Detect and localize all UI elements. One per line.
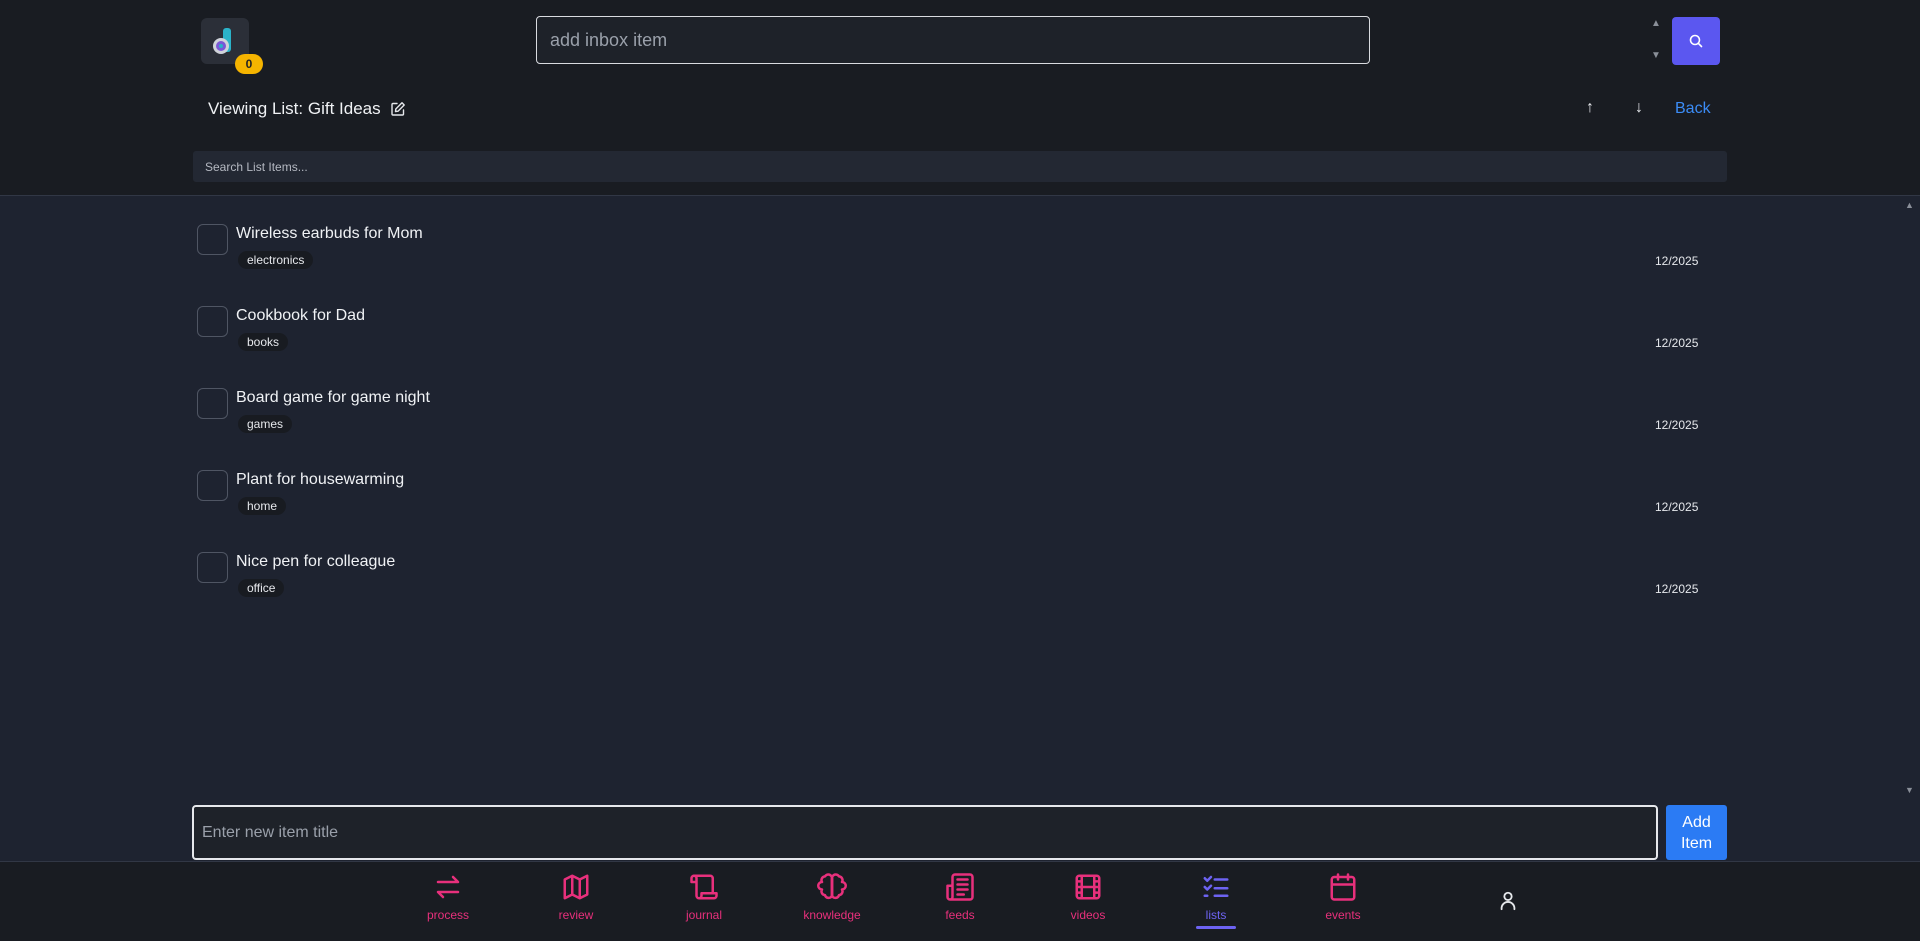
item-tag: electronics <box>238 251 314 269</box>
item-date: 12/2025 <box>1655 254 1699 268</box>
list-item: Board game for game night games 12/2025 <box>0 380 1920 462</box>
checklist-icon <box>1203 875 1229 897</box>
edit-icon[interactable] <box>390 101 406 117</box>
nav-item-feeds[interactable]: feeds <box>910 872 1010 922</box>
map-icon <box>563 874 589 900</box>
user-icon[interactable] <box>1497 890 1519 912</box>
inbox-count-badge: 0 <box>235 54 263 74</box>
item-checkbox[interactable] <box>197 306 228 337</box>
new-item-input[interactable] <box>192 805 1658 860</box>
add-item-button[interactable]: Add Item <box>1666 805 1727 860</box>
scroll-up-icon[interactable]: ▲ <box>1905 200 1915 210</box>
item-checkbox[interactable] <box>197 552 228 583</box>
item-title[interactable]: Board game for game night <box>236 389 430 407</box>
nav-label: knowledge <box>803 908 861 922</box>
newspaper-icon <box>946 873 974 901</box>
spin-up-icon[interactable]: ▲ <box>1650 19 1662 29</box>
list-item: Plant for housewarming home 12/2025 <box>0 462 1920 544</box>
move-up-button[interactable]: ↑ <box>1586 99 1594 117</box>
item-date: 12/2025 <box>1655 500 1699 514</box>
spin-down-icon[interactable]: ▼ <box>1650 51 1662 61</box>
scroll-down-icon[interactable]: ▼ <box>1905 785 1915 795</box>
nav-label: process <box>426 908 470 922</box>
move-down-button[interactable]: ↓ <box>1635 99 1643 117</box>
inbox-input[interactable] <box>536 16 1370 64</box>
nav-label: lists <box>1205 908 1227 922</box>
item-checkbox[interactable] <box>197 470 228 501</box>
nav-item-review[interactable]: review <box>526 872 626 922</box>
item-date: 12/2025 <box>1655 418 1699 432</box>
item-title[interactable]: Cookbook for Dad <box>236 307 365 325</box>
nav-item-journal[interactable]: journal <box>654 872 754 922</box>
item-date: 12/2025 <box>1655 582 1699 596</box>
list-item: Nice pen for colleague office 12/2025 <box>0 544 1920 626</box>
film-icon <box>1075 874 1101 900</box>
scroll-icon <box>690 874 718 900</box>
nav-label: journal <box>685 908 723 922</box>
item-date: 12/2025 <box>1655 336 1699 350</box>
item-title[interactable]: Plant for housewarming <box>236 471 404 489</box>
item-tag: books <box>238 333 289 351</box>
nav-label: review <box>558 908 594 922</box>
item-tag: office <box>238 579 285 597</box>
calendar-icon <box>1330 873 1356 901</box>
item-checkbox[interactable] <box>197 224 228 255</box>
nav-item-process[interactable]: process <box>398 872 498 922</box>
list-search-input[interactable] <box>193 151 1727 182</box>
nav-item-lists[interactable]: lists <box>1166 872 1266 922</box>
item-title[interactable]: Nice pen for colleague <box>236 553 395 571</box>
arrows-exchange-icon <box>436 875 460 899</box>
back-link[interactable]: Back <box>1675 100 1711 118</box>
item-title[interactable]: Wireless earbuds for Mom <box>236 225 423 243</box>
nav-item-videos[interactable]: videos <box>1038 872 1138 922</box>
list-items[interactable]: Wireless earbuds for Mom electronics 12/… <box>0 196 1920 800</box>
logo-icon <box>213 28 231 54</box>
page-title: Viewing List: Gift Ideas <box>208 99 381 118</box>
nav-label: events <box>1325 908 1361 922</box>
search-icon <box>1689 34 1703 48</box>
nav-item-knowledge[interactable]: knowledge <box>782 872 882 922</box>
nav-item-events[interactable]: events <box>1293 872 1393 922</box>
search-button[interactable] <box>1672 17 1720 65</box>
brain-icon <box>817 873 847 900</box>
nav-label: feeds <box>945 908 975 922</box>
nav-label: videos <box>1070 908 1106 922</box>
item-tag: games <box>238 415 293 433</box>
list-item: Wireless earbuds for Mom electronics 12/… <box>0 216 1920 298</box>
item-checkbox[interactable] <box>197 388 228 419</box>
list-item: Cookbook for Dad books 12/2025 <box>0 298 1920 380</box>
item-tag: home <box>238 497 287 515</box>
active-tab-indicator <box>1196 926 1236 929</box>
